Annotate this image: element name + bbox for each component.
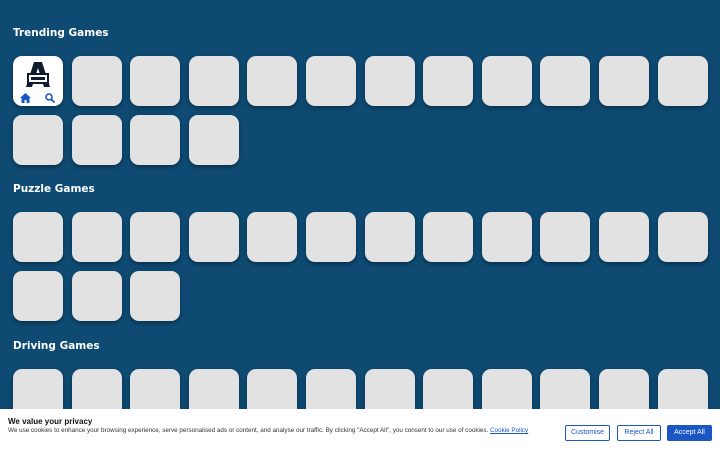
accept-all-button[interactable]: Accept All: [667, 425, 712, 441]
consent-text: We use cookies to enhance your browsing …: [8, 427, 553, 435]
game-tile[interactable]: [364, 212, 415, 262]
game-tile[interactable]: [481, 212, 532, 262]
game-tile[interactable]: [423, 56, 474, 106]
game-tile[interactable]: [247, 56, 298, 106]
game-tile[interactable]: [599, 212, 649, 262]
game-tile[interactable]: [13, 114, 63, 165]
consent-body: We use cookies to enhance your browsing …: [8, 427, 489, 434]
game-tile[interactable]: [188, 212, 239, 262]
cookie-policy-link[interactable]: Cookie Policy: [490, 427, 528, 434]
game-tile[interactable]: [13, 270, 63, 321]
game-tile[interactable]: [423, 212, 474, 262]
game-tile[interactable]: [130, 212, 181, 262]
game-tile[interactable]: [71, 270, 122, 321]
consent-title: We value your privacy: [8, 417, 93, 426]
reject-all-button[interactable]: Reject All: [617, 425, 661, 441]
game-tile[interactable]: [71, 56, 122, 106]
game-tile[interactable]: [13, 212, 63, 262]
section-title-trending: Trending Games: [13, 27, 109, 39]
trending-games-grid: [13, 56, 713, 166]
game-tile[interactable]: [188, 56, 239, 106]
game-tile[interactable]: [188, 114, 239, 165]
game-tile[interactable]: [657, 56, 708, 106]
game-tile[interactable]: [540, 212, 591, 262]
puzzle-games-grid: [13, 212, 713, 322]
game-tile[interactable]: [481, 56, 532, 106]
customise-button[interactable]: Customise: [565, 425, 610, 441]
search-icon[interactable]: [45, 93, 55, 103]
home-tile[interactable]: [13, 56, 63, 106]
cookie-consent-banner: We value your privacy We use cookies to …: [0, 409, 720, 450]
game-tile[interactable]: [130, 56, 181, 106]
game-tile[interactable]: [71, 212, 122, 262]
site-logo-icon[interactable]: [25, 61, 51, 88]
game-tile[interactable]: [657, 212, 708, 262]
game-tile[interactable]: [130, 114, 181, 165]
game-tile[interactable]: [71, 114, 122, 165]
home-icon[interactable]: [20, 93, 31, 103]
game-tile[interactable]: [130, 270, 181, 321]
section-title-driving: Driving Games: [13, 340, 100, 352]
game-tile[interactable]: [306, 212, 356, 262]
game-tile[interactable]: [306, 56, 356, 106]
game-tile[interactable]: [247, 212, 298, 262]
game-tile[interactable]: [540, 56, 591, 106]
section-title-puzzle: Puzzle Games: [13, 183, 95, 195]
game-tile[interactable]: [599, 56, 649, 106]
game-tile[interactable]: [364, 56, 415, 106]
